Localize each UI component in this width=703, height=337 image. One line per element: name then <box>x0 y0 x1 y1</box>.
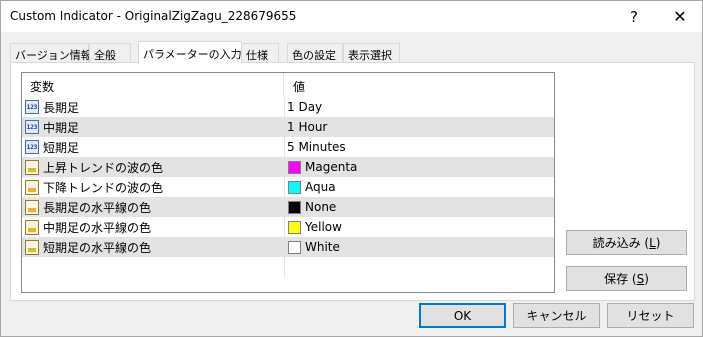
parameters-table: 変数 値 123 長期足 1 Day 123 中期足 1 Hour 123 短期足 5… <box>21 72 555 293</box>
table-row[interactable]: 中期足の水平線の色 Yellow <box>22 217 554 237</box>
save-button-label: 保存 ( <box>604 272 637 286</box>
cancel-button[interactable]: キャンセル <box>513 303 600 328</box>
param-value[interactable]: Yellow <box>305 220 342 234</box>
table-row[interactable]: 123 長期足 1 Day <box>22 97 554 117</box>
color-param-icon <box>25 239 39 255</box>
column-header-value[interactable]: 値 <box>285 73 554 97</box>
tab-display-selection[interactable]: 表示選択 <box>343 43 400 63</box>
save-button-label-end: ) <box>644 271 649 286</box>
tab-input-parameters[interactable]: パラメーターの入力 <box>138 41 242 64</box>
color-param-icon <box>25 159 39 175</box>
param-name: 下降トレンドの波の色 <box>43 180 164 195</box>
color-swatch <box>288 240 301 254</box>
window-title: Custom Indicator - OriginalZigZagu_22867… <box>10 9 297 23</box>
color-swatch <box>288 180 301 194</box>
param-value[interactable]: White <box>305 240 340 254</box>
param-name: 上昇トレンドの波の色 <box>43 160 164 175</box>
save-button-accesskey: S <box>636 271 645 286</box>
table-row[interactable]: 短期足の水平線の色 White <box>22 237 554 257</box>
load-button-accesskey: L <box>649 235 656 250</box>
color-param-icon <box>25 219 39 235</box>
color-param-icon <box>25 199 39 215</box>
param-value[interactable]: None <box>305 200 336 214</box>
param-value[interactable]: 5 Minutes <box>287 140 346 154</box>
close-button[interactable]: ✕ <box>657 1 703 32</box>
number-param-icon: 123 <box>25 100 39 114</box>
color-swatch <box>288 220 301 234</box>
tab-color-settings[interactable]: 色の設定 <box>287 43 343 63</box>
param-name: 中期足 <box>43 120 80 135</box>
param-value[interactable]: 1 Day <box>287 100 322 114</box>
load-button-label-end: ) <box>655 235 661 250</box>
custom-indicator-dialog: Custom Indicator - OriginalZigZagu_22867… <box>0 0 703 337</box>
tab-general[interactable]: 全般 <box>89 43 131 63</box>
title-bar: Custom Indicator - OriginalZigZagu_22867… <box>1 1 702 32</box>
color-swatch <box>288 160 301 174</box>
ok-button[interactable]: OK <box>419 303 506 328</box>
reset-button[interactable]: リセット <box>607 303 694 328</box>
load-button[interactable]: 読み込み (L) <box>566 230 687 255</box>
color-swatch <box>288 200 301 214</box>
table-row[interactable]: 123 中期足 1 Hour <box>22 117 554 137</box>
param-name: 長期足 <box>43 100 80 115</box>
table-row[interactable]: 上昇トレンドの波の色 Magenta <box>22 157 554 177</box>
number-param-icon: 123 <box>25 140 39 154</box>
color-param-icon <box>25 179 39 195</box>
number-param-icon: 123 <box>25 120 39 134</box>
parameters-panel: 変数 値 123 長期足 1 Day 123 中期足 1 Hour 123 短期足 5… <box>10 62 695 301</box>
param-name: 中期足の水平線の色 <box>43 220 152 235</box>
tab-version-info[interactable]: バージョン情報 <box>10 43 92 63</box>
param-value[interactable]: Aqua <box>305 180 336 194</box>
param-value[interactable]: Magenta <box>305 160 357 174</box>
table-header: 変数 値 <box>22 73 554 97</box>
save-button[interactable]: 保存 (S) <box>566 266 687 291</box>
tab-specification[interactable]: 仕様 <box>241 43 279 63</box>
param-value[interactable]: 1 Hour <box>287 120 327 134</box>
table-row[interactable]: 123 短期足 5 Minutes <box>22 137 554 157</box>
param-name: 短期足の水平線の色 <box>43 240 152 255</box>
column-header-variable[interactable]: 変数 <box>22 73 284 97</box>
table-row[interactable]: 下降トレンドの波の色 Aqua <box>22 177 554 197</box>
help-button[interactable]: ? <box>611 1 657 32</box>
load-button-label: 読み込み ( <box>592 236 650 250</box>
param-name: 長期足の水平線の色 <box>43 200 152 215</box>
param-name: 短期足 <box>43 140 80 155</box>
table-row[interactable]: 長期足の水平線の色 None <box>22 197 554 217</box>
